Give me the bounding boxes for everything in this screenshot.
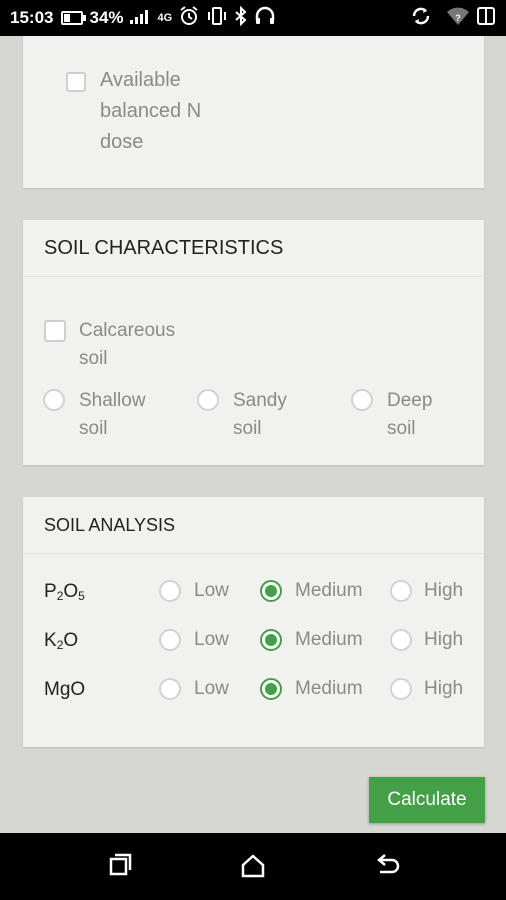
mgo-label: MgO bbox=[44, 679, 86, 700]
k2o-low-radio[interactable] bbox=[159, 629, 181, 651]
k2o-high-label: High bbox=[424, 629, 464, 650]
battery-percent: 34% bbox=[89, 8, 124, 27]
sandy-soil-radio[interactable] bbox=[197, 389, 219, 411]
wifi-icon: ? bbox=[446, 6, 470, 31]
k2o-high-radio[interactable] bbox=[390, 629, 412, 651]
p2o5-low-label: Low bbox=[194, 580, 229, 601]
soil-characteristics-title: SOIL CHARACTERISTICS bbox=[23, 220, 484, 277]
p2o5-low-radio[interactable] bbox=[159, 580, 181, 602]
headset-icon bbox=[254, 6, 276, 31]
p2o5-label: P2O5 bbox=[44, 581, 85, 603]
dual-sim-icon bbox=[476, 6, 496, 31]
available-n-dose-label: Available balanced N dose bbox=[100, 69, 202, 153]
soil-analysis-card: SOIL ANALYSIS P2O5 Low Medium High K2O L… bbox=[23, 497, 484, 747]
p2o5-medium-label: Medium bbox=[295, 580, 363, 601]
mgo-low-radio[interactable] bbox=[159, 678, 181, 700]
p2o5-medium-radio[interactable] bbox=[260, 580, 282, 602]
p2o5-high-radio[interactable] bbox=[390, 580, 412, 602]
soil-analysis-title: SOIL ANALYSIS bbox=[23, 497, 484, 554]
back-icon[interactable] bbox=[371, 851, 405, 881]
deep-soil-label: Deep soil bbox=[387, 390, 433, 439]
status-time: 15:03 bbox=[10, 8, 54, 27]
calcareous-soil-label: Calcareous soil bbox=[79, 320, 176, 369]
recent-apps-icon[interactable] bbox=[102, 851, 136, 881]
mgo-high-label: High bbox=[424, 678, 464, 699]
vibrate-icon bbox=[206, 6, 228, 31]
mgo-medium-radio[interactable] bbox=[260, 678, 282, 700]
calcareous-soil-checkbox[interactable] bbox=[44, 320, 66, 342]
status-bar: 15:03 34% 4G ? bbox=[0, 0, 506, 36]
home-icon[interactable] bbox=[236, 851, 270, 881]
shallow-soil-radio[interactable] bbox=[43, 389, 65, 411]
k2o-medium-radio[interactable] bbox=[260, 629, 282, 651]
scroll-content[interactable]: Available balanced N dose SOIL CHARACTER… bbox=[0, 36, 506, 833]
n-dose-card: Available balanced N dose bbox=[23, 36, 484, 188]
k2o-medium-label: Medium bbox=[295, 629, 363, 650]
alarm-icon bbox=[178, 5, 200, 32]
bluetooth-icon bbox=[234, 5, 248, 31]
mgo-low-label: Low bbox=[194, 678, 229, 699]
available-n-dose-checkbox[interactable] bbox=[66, 72, 86, 92]
signal-icon bbox=[129, 8, 152, 29]
sandy-soil-label: Sandy soil bbox=[233, 390, 287, 439]
k2o-low-label: Low bbox=[194, 629, 229, 650]
network-type-label: 4G bbox=[157, 12, 173, 24]
deep-soil-radio[interactable] bbox=[351, 389, 373, 411]
sync-icon bbox=[410, 6, 432, 31]
svg-text:?: ? bbox=[455, 13, 461, 23]
battery-icon bbox=[61, 11, 87, 25]
calculate-button[interactable]: Calculate bbox=[369, 777, 485, 823]
navigation-bar bbox=[0, 833, 506, 900]
shallow-soil-label: Shallow soil bbox=[79, 390, 146, 439]
mgo-high-radio[interactable] bbox=[390, 678, 412, 700]
mgo-medium-label: Medium bbox=[295, 678, 363, 699]
k2o-label: K2O bbox=[44, 630, 79, 652]
p2o5-high-label: High bbox=[424, 580, 464, 601]
soil-characteristics-card: SOIL CHARACTERISTICS Calcareous soil Sha… bbox=[23, 220, 484, 465]
